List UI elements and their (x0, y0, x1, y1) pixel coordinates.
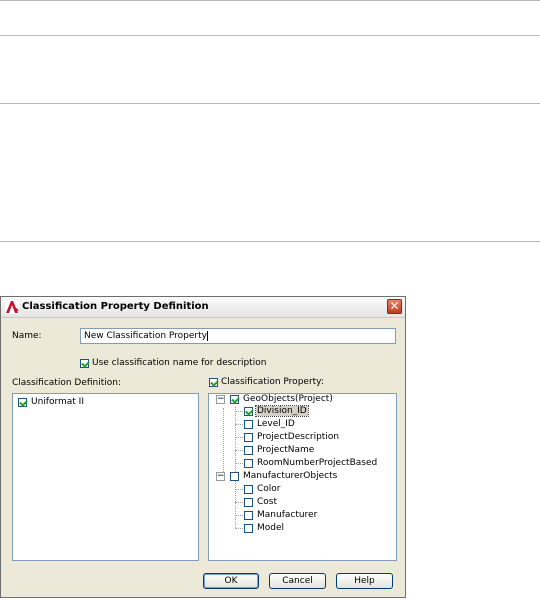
collapse-manufacturerobjects-toggle[interactable]: − (216, 472, 225, 481)
autocad-app-icon (5, 300, 19, 314)
text-caret (207, 331, 208, 341)
classification-definition-label: Classification Definition: (12, 378, 122, 388)
classification-property-label[interactable]: Classification Property: (221, 377, 324, 387)
tree-node-project-description[interactable]: ProjectDescription (257, 432, 339, 442)
classification-definition-list[interactable]: Uniformat II (12, 393, 199, 561)
tree-node-model[interactable]: Model (257, 523, 284, 533)
uniformat-checkbox[interactable] (18, 398, 27, 407)
tree-node-division-id[interactable]: Division_ID (255, 405, 309, 417)
project-description-checkbox[interactable] (244, 433, 253, 442)
tree-node-manufacturer[interactable]: Manufacturer (257, 510, 317, 520)
name-field[interactable]: New Classification Property (80, 328, 396, 344)
cost-checkbox[interactable] (244, 498, 253, 507)
title-bar[interactable]: Classification Property Definition ✕ (1, 297, 405, 318)
tree-connector (235, 489, 243, 490)
dialog-title: Classification Property Definition (22, 301, 209, 312)
geoobjects-checkbox[interactable] (230, 395, 239, 404)
tree-node-cost[interactable]: Cost (257, 497, 277, 507)
manufacturerobjects-checkbox[interactable] (230, 472, 239, 481)
tree-connector (235, 463, 243, 464)
name-field-value: New Classification Property (84, 331, 207, 341)
tree-connector (235, 424, 243, 425)
model-checkbox[interactable] (244, 524, 253, 533)
tree-connector (235, 407, 236, 528)
help-button[interactable]: Help (336, 573, 393, 589)
tree-connector (235, 437, 243, 438)
divider-rule (0, 35, 540, 36)
use-description-checkbox[interactable] (80, 359, 89, 368)
close-button[interactable]: ✕ (387, 299, 402, 314)
use-description-label[interactable]: Use classification name for description (92, 358, 266, 368)
top-rule (0, 0, 540, 1)
divider-rule (0, 103, 540, 104)
classification-property-tree[interactable]: − GeoObjects(Project) Division_ID Level_… (208, 393, 397, 561)
project-name-checkbox[interactable] (244, 446, 253, 455)
cancel-button[interactable]: Cancel (269, 573, 326, 589)
tree-node-geoobjects[interactable]: GeoObjects(Project) (243, 394, 333, 404)
uniformat-label[interactable]: Uniformat II (31, 397, 84, 407)
tree-node-manufacturerobjects[interactable]: ManufacturerObjects (243, 471, 337, 481)
collapse-geoobjects-toggle[interactable]: − (216, 395, 225, 404)
tree-connector (235, 502, 243, 503)
tree-node-color[interactable]: Color (257, 484, 281, 494)
tree-connector (223, 408, 224, 476)
tree-node-level-id[interactable]: Level_ID (257, 419, 295, 429)
divider-rule (0, 241, 540, 242)
tree-connector (235, 450, 243, 451)
level-id-checkbox[interactable] (244, 420, 253, 429)
tree-node-room-number[interactable]: RoomNumberProjectBased (257, 458, 377, 468)
classification-property-dialog: Classification Property Definition ✕ Nam… (0, 296, 406, 598)
tree-node-project-name[interactable]: ProjectName (257, 445, 314, 455)
manufacturer-checkbox[interactable] (244, 511, 253, 520)
classification-property-checkbox[interactable] (209, 378, 218, 387)
tree-connector (235, 528, 243, 529)
tree-connector (235, 515, 243, 516)
ok-button[interactable]: OK (203, 573, 259, 589)
name-label: Name: (12, 331, 42, 341)
division-id-checkbox[interactable] (244, 407, 253, 416)
tree-connector (235, 411, 243, 412)
color-checkbox[interactable] (244, 485, 253, 494)
close-icon: ✕ (389, 299, 400, 313)
room-number-checkbox[interactable] (244, 459, 253, 468)
